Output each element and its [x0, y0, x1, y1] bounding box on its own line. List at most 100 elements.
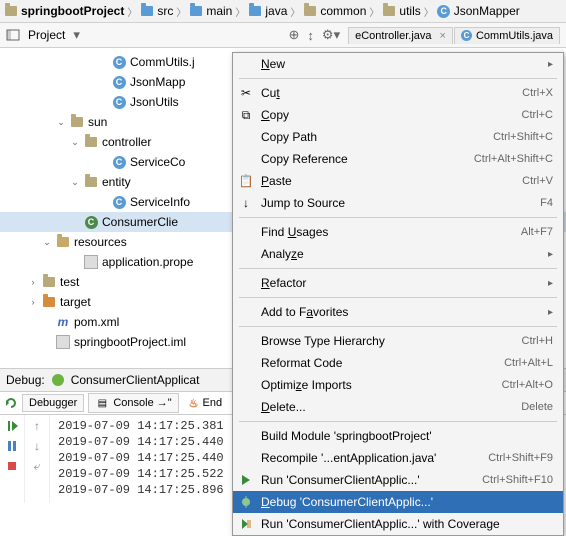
console-icon: ▤ [95, 396, 109, 410]
tree-twisty[interactable]: ⌄ [42, 237, 52, 248]
debug-icon [237, 496, 255, 508]
folder-icon [4, 4, 18, 18]
class-g-icon: C [84, 215, 98, 229]
tree-label: test [60, 275, 79, 289]
menu-type-hierarchy[interactable]: Browse Type HierarchyCtrl+H [233, 330, 563, 352]
console-gutter [0, 415, 25, 503]
coverage-icon [237, 518, 255, 530]
locate-icon[interactable]: ⊕ [289, 27, 300, 43]
tree-label: sun [88, 115, 107, 129]
menu-new[interactable]: New▸ [233, 53, 563, 75]
crumb-common[interactable]: common [303, 4, 366, 18]
menu-find-usages[interactable]: Find UsagesAlt+F7 [233, 221, 563, 243]
tree-label: entity [102, 175, 131, 189]
folder-icon [84, 175, 98, 189]
tree-label: JsonUtils [130, 95, 179, 109]
tree-label: pom.xml [74, 315, 119, 329]
menu-optimize-imports[interactable]: Optimize ImportsCtrl+Alt+O [233, 374, 563, 396]
project-label[interactable]: Project [28, 28, 65, 42]
tree-label: target [60, 295, 91, 309]
folder-icon [42, 275, 56, 289]
close-icon[interactable]: × [440, 30, 446, 42]
project-icon[interactable] [6, 28, 20, 42]
tree-twisty[interactable]: › [28, 277, 38, 287]
editor-tab[interactable]: eController.java× [348, 27, 453, 44]
menu-run[interactable]: Run 'ConsumerClientApplic...'Ctrl+Shift+… [233, 469, 563, 491]
file-icon [56, 335, 70, 349]
crumb-project[interactable]: springbootProject [4, 4, 124, 18]
down-icon[interactable]: ↓ [34, 439, 40, 453]
folder-icon [84, 135, 98, 149]
tree-label: controller [102, 135, 151, 149]
menu-paste[interactable]: 📋PasteCtrl+V [233, 170, 563, 192]
menu-build-module[interactable]: Build Module 'springbootProject' [233, 425, 563, 447]
up-icon[interactable]: ↑ [34, 419, 40, 433]
copy-icon: ⧉ [237, 108, 255, 123]
menu-copy[interactable]: ⧉CopyCtrl+C [233, 104, 563, 126]
pause-icon[interactable] [5, 439, 19, 453]
context-menu: New▸ ✂CutCtrl+X ⧉CopyCtrl+C Copy PathCtr… [232, 52, 564, 536]
run-icon [237, 474, 255, 486]
editor-tab[interactable]: CCommUtils.java [454, 27, 560, 44]
crumb-src[interactable]: src [140, 4, 173, 18]
menu-coverage[interactable]: Run 'ConsumerClientApplic...' with Cover… [233, 513, 563, 535]
crumb-class[interactable]: CJsonMapper [437, 4, 520, 18]
crumb-java[interactable]: java [248, 4, 287, 18]
file-icon [84, 255, 98, 269]
class-icon: C [112, 95, 126, 109]
run-config-name[interactable]: ConsumerClientApplicat [71, 373, 200, 387]
collapse-icon[interactable]: ↕ [307, 28, 314, 43]
menu-reformat[interactable]: Reformat CodeCtrl+Alt+L [233, 352, 563, 374]
menu-refactor[interactable]: Refactor▸ [233, 272, 563, 294]
folder-icon [382, 4, 396, 18]
folder-orange-icon [42, 295, 56, 309]
menu-delete[interactable]: Delete...Delete [233, 396, 563, 418]
menu-cut[interactable]: ✂CutCtrl+X [233, 82, 563, 104]
paste-icon: 📋 [237, 174, 255, 188]
folder-icon [189, 4, 203, 18]
rerun-icon[interactable] [4, 396, 18, 410]
project-toolbar: Project ▾ ⊕ ↕ ⚙▾ eController.java× CComm… [0, 23, 566, 48]
resume-icon[interactable] [5, 419, 19, 433]
menu-copy-reference[interactable]: Copy ReferenceCtrl+Alt+Shift+C [233, 148, 563, 170]
tree-label: application.prope [102, 255, 193, 269]
stop-icon[interactable] [5, 459, 19, 473]
tab-console[interactable]: ▤Console →" [88, 393, 178, 413]
tree-label: ServiceInfo [130, 195, 190, 209]
flame-icon: ♨ [189, 397, 199, 410]
class-icon: C [112, 55, 126, 69]
menu-recompile[interactable]: Recompile '...entApplication.java'Ctrl+S… [233, 447, 563, 469]
tree-label: resources [74, 235, 127, 249]
breadcrumb: springbootProject〉 src〉 main〉 java〉 comm… [0, 0, 566, 23]
wrap-icon[interactable]: ⤶ [34, 459, 41, 474]
tab-endpoints[interactable]: ♨End [183, 395, 228, 412]
folder-res-icon [56, 235, 70, 249]
menu-analyze[interactable]: Analyze▸ [233, 243, 563, 265]
dropdown-icon[interactable]: ▾ [73, 27, 80, 43]
menu-jump[interactable]: ↓Jump to SourceF4 [233, 192, 563, 214]
folder-icon [303, 4, 317, 18]
tree-twisty[interactable]: › [28, 297, 38, 307]
tree-twisty[interactable]: ⌄ [70, 177, 80, 188]
tree-twisty[interactable]: ⌄ [56, 117, 66, 128]
menu-copy-path[interactable]: Copy PathCtrl+Shift+C [233, 126, 563, 148]
gear-icon[interactable]: ⚙▾ [322, 27, 340, 43]
spring-icon [51, 373, 65, 387]
class-icon: C [461, 30, 472, 41]
crumb-main[interactable]: main [189, 4, 232, 18]
class-icon: C [112, 75, 126, 89]
tab-debugger[interactable]: Debugger [22, 394, 84, 412]
tree-label: springbootProject.iml [74, 335, 186, 349]
console-gutter-2: ↑ ↓ ⤶ [25, 415, 50, 503]
scissors-icon: ✂ [237, 86, 255, 100]
maven-icon: m [56, 315, 70, 329]
tree-label: ServiceCo [130, 155, 185, 169]
class-icon: C [112, 155, 126, 169]
crumb-utils[interactable]: utils [382, 4, 420, 18]
class-icon: C [112, 195, 126, 209]
class-icon: C [437, 4, 451, 18]
tree-twisty[interactable]: ⌄ [70, 137, 80, 148]
tree-label: JsonMapp [130, 75, 185, 89]
menu-favorites[interactable]: Add to Favorites▸ [233, 301, 563, 323]
folder-icon [70, 115, 84, 129]
